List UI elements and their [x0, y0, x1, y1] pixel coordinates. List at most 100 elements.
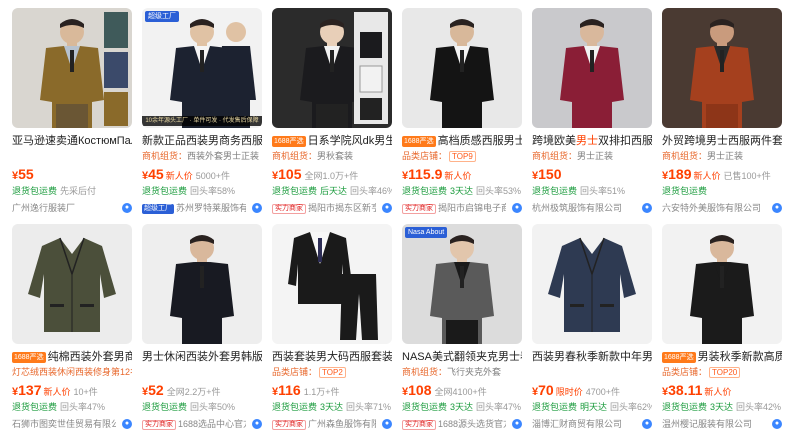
- product-title[interactable]: 西装套装男大码西服套装男: [272, 350, 392, 364]
- product-card[interactable]: 西装套装男大码西服套装男 品类店铺： TOP2 ¥116 1.1万+件 退货包运费 3天达回…: [272, 224, 392, 436]
- product-title[interactable]: 1688严选高档质感西服男士韩: [402, 134, 522, 148]
- product-image[interactable]: [272, 8, 392, 128]
- shop-row[interactable]: 石狮市图奕世佳贸易有限公 ●: [12, 418, 132, 430]
- product-card[interactable]: 1688严选日系学院风dk男生制商机组货：男秋套装 ¥105全网1.0万+件退货包…: [272, 8, 392, 220]
- shop-name[interactable]: 广州逸行服装厂: [12, 203, 75, 213]
- subline-value: 西装外套男士正装: [187, 151, 260, 161]
- shop-row[interactable]: 实力商家 广州森鱼服饰有限 ●: [272, 418, 392, 430]
- repurchase-rate: 回头率58%: [190, 186, 236, 196]
- price-row: ¥116 1.1万+件: [272, 382, 392, 398]
- chat-icon[interactable]: ●: [382, 203, 392, 213]
- product-card[interactable]: 外贸跨境男士西服两件套休 商机组货：男士正装 ¥189 新人价 已售100+件 退货包运费…: [662, 8, 782, 220]
- product-image[interactable]: [272, 224, 392, 344]
- price-type: 新人价: [704, 387, 732, 397]
- chat-icon[interactable]: ●: [772, 419, 782, 429]
- chat-icon[interactable]: ●: [382, 419, 392, 429]
- product-image[interactable]: [142, 224, 262, 344]
- product-card[interactable]: 西装男春秋季新款中年男士 ¥70 限时价 4700+件退货包运费 明天达 回头率62% 淄博…: [532, 224, 652, 436]
- shop-name[interactable]: 苏州罗特莱服饰有限公: [176, 203, 246, 213]
- shop-row[interactable]: 温州樱记服装有限公司 ●: [662, 418, 782, 430]
- product-title[interactable]: 外贸跨境男士西服两件套休: [662, 134, 782, 148]
- price: ¥115.9: [402, 166, 442, 182]
- shop-name[interactable]: 1688源头选货官方: [438, 419, 506, 429]
- title-text: NASA美式翻领夹克男士春: [402, 351, 522, 363]
- product-title[interactable]: 亚马逊速卖通КостюмПаль: [12, 134, 132, 148]
- shop-row[interactable]: 杭州极筑服饰有限公司 ●: [532, 202, 652, 214]
- chat-icon[interactable]: ●: [772, 203, 782, 213]
- image-top-badge: 超级工厂: [145, 11, 179, 22]
- product-image[interactable]: [662, 224, 782, 344]
- product-subline: 灯芯绒西装休闲西装修身第12名: [12, 366, 132, 378]
- shop-name[interactable]: 石狮市图奕世佳贸易有限公: [12, 419, 116, 429]
- shop-row[interactable]: 实力商家 1688选品中心官方 ●: [142, 418, 262, 430]
- product-card[interactable]: 1688严选纯棉西装外套男商务灯芯绒西装休闲西装修身第12名 ¥137新人价10+…: [12, 224, 132, 436]
- price: ¥55: [12, 166, 34, 182]
- shop-row[interactable]: 实力商家揭阳市启锦电子商务 ●: [402, 202, 522, 214]
- price-row: ¥70 限时价 4700+件: [532, 382, 652, 398]
- chat-icon[interactable]: ●: [252, 419, 262, 429]
- price-row: ¥105 全网1.0万+件: [272, 166, 392, 182]
- shop-row[interactable]: 实力商家 1688源头选货官方 ●: [402, 418, 522, 430]
- product-title[interactable]: 跨境欧美男士双排扣西服两: [532, 134, 652, 148]
- product-image[interactable]: [12, 8, 132, 128]
- product-card[interactable]: 1688严选高档质感西服男士韩品类店铺：TOP9 ¥115.9新人价退货包运费3天…: [402, 8, 522, 220]
- shop-row[interactable]: 六安特外美服饰有限公司 ●: [662, 202, 782, 214]
- sold-count: 1.1万+件: [303, 387, 340, 397]
- chat-icon[interactable]: ●: [122, 203, 132, 213]
- product-title[interactable]: 1688严选日系学院风dk男生制: [272, 134, 392, 148]
- title-highlight: 男士: [576, 135, 598, 147]
- price-row: ¥108 全网4100+件: [402, 382, 522, 398]
- product-card[interactable]: Nasa About NASA美式翻领夹克男士春 商机组货：飞行夹克外套 ¥108 全网…: [402, 224, 522, 436]
- shop-name[interactable]: 淄博汇财商贸有限公司: [532, 419, 622, 429]
- price-value: 105: [278, 166, 302, 182]
- product-image[interactable]: Nasa About: [402, 224, 522, 344]
- product-image[interactable]: [532, 8, 652, 128]
- shop-name[interactable]: 广州森鱼服饰有限: [308, 419, 376, 429]
- chat-icon[interactable]: ●: [512, 419, 522, 429]
- shop-row[interactable]: 淄博汇财商贸有限公司 ●: [532, 418, 652, 430]
- product-subline: 品类店铺： TOP9: [402, 150, 522, 162]
- price-value: 150: [538, 166, 562, 182]
- product-title[interactable]: 1688严选纯棉西装外套男商务: [12, 350, 132, 364]
- product-image[interactable]: [662, 8, 782, 128]
- price-type: 新人价: [693, 171, 721, 181]
- product-title[interactable]: 西装男春秋季新款中年男士: [532, 350, 652, 364]
- product-image[interactable]: [12, 224, 132, 344]
- chat-icon[interactable]: ●: [512, 203, 522, 213]
- shop-name[interactable]: 六安特外美服饰有限公司: [662, 203, 761, 213]
- price-row: ¥115.9 新人价: [402, 166, 522, 182]
- product-image[interactable]: [532, 224, 652, 344]
- shop-row[interactable]: 广州逸行服装厂 ●: [12, 202, 132, 214]
- repurchase-rate: 回头率50%: [190, 402, 236, 412]
- shop-name[interactable]: 揭阳市启锦电子商务: [438, 203, 506, 213]
- service-tag: 退货包运费: [272, 186, 318, 196]
- product-card[interactable]: 亚马逊速卖通КостюмПаль ¥55 退货包运费 先采后付 广州逸行服装厂 ●: [12, 8, 132, 220]
- subline-label: 商机组货：: [662, 151, 708, 161]
- product-subline: 商机组货：男士正装: [532, 150, 652, 162]
- chat-icon[interactable]: ●: [642, 203, 652, 213]
- product-subline: [12, 150, 132, 162]
- subline-label: 商机组货：: [272, 151, 318, 161]
- product-title[interactable]: 1688严选男装秋季新款高质量中: [662, 350, 782, 364]
- chat-icon[interactable]: ●: [252, 203, 262, 213]
- shop-row[interactable]: 超级工厂苏州罗特莱服饰有限公 ●: [142, 202, 262, 214]
- shop-name[interactable]: 温州樱记服装有限公司: [662, 419, 752, 429]
- chat-icon[interactable]: ●: [642, 419, 652, 429]
- product-card[interactable]: 1688严选男装秋季新款高质量中品类店铺：TOP20 ¥38.11新人价退货包运费…: [662, 224, 782, 436]
- product-image[interactable]: 超级工厂 10余年源头工厂 · 单件可发 · 代发售后保障: [142, 8, 262, 128]
- subline-value: 男士正装: [707, 151, 744, 161]
- service-tags: 退货包运费 明天达 回头率62%: [532, 401, 652, 413]
- shop-name[interactable]: 1688选品中心官方: [178, 419, 246, 429]
- product-card[interactable]: 男士休闲西装外套男韩版潮 ¥52 全网2.2万+件 退货包运费 回头率50% 实力商家 16…: [142, 224, 262, 436]
- shop-row[interactable]: 实力商家 揭阳市揭东区新亨 ●: [272, 202, 392, 214]
- shop-name[interactable]: 杭州极筑服饰有限公司: [532, 203, 622, 213]
- chat-icon[interactable]: ●: [122, 419, 132, 429]
- product-title[interactable]: 新款正品西装男商务西服外: [142, 134, 262, 148]
- shop-badge: 实力商家: [272, 420, 306, 430]
- product-card[interactable]: 跨境欧美男士双排扣西服两商机组货：男士正装 ¥150 退货包运费回头率51% 杭州极筑…: [532, 8, 652, 220]
- product-title[interactable]: 男士休闲西装外套男韩版潮: [142, 350, 262, 364]
- product-image[interactable]: [402, 8, 522, 128]
- product-card[interactable]: 超级工厂 10余年源头工厂 · 单件可发 · 代发售后保障新款正品西装男商务西服外…: [142, 8, 262, 220]
- shop-name[interactable]: 揭阳市揭东区新亨: [308, 203, 376, 213]
- product-title[interactable]: NASA美式翻领夹克男士春: [402, 350, 522, 364]
